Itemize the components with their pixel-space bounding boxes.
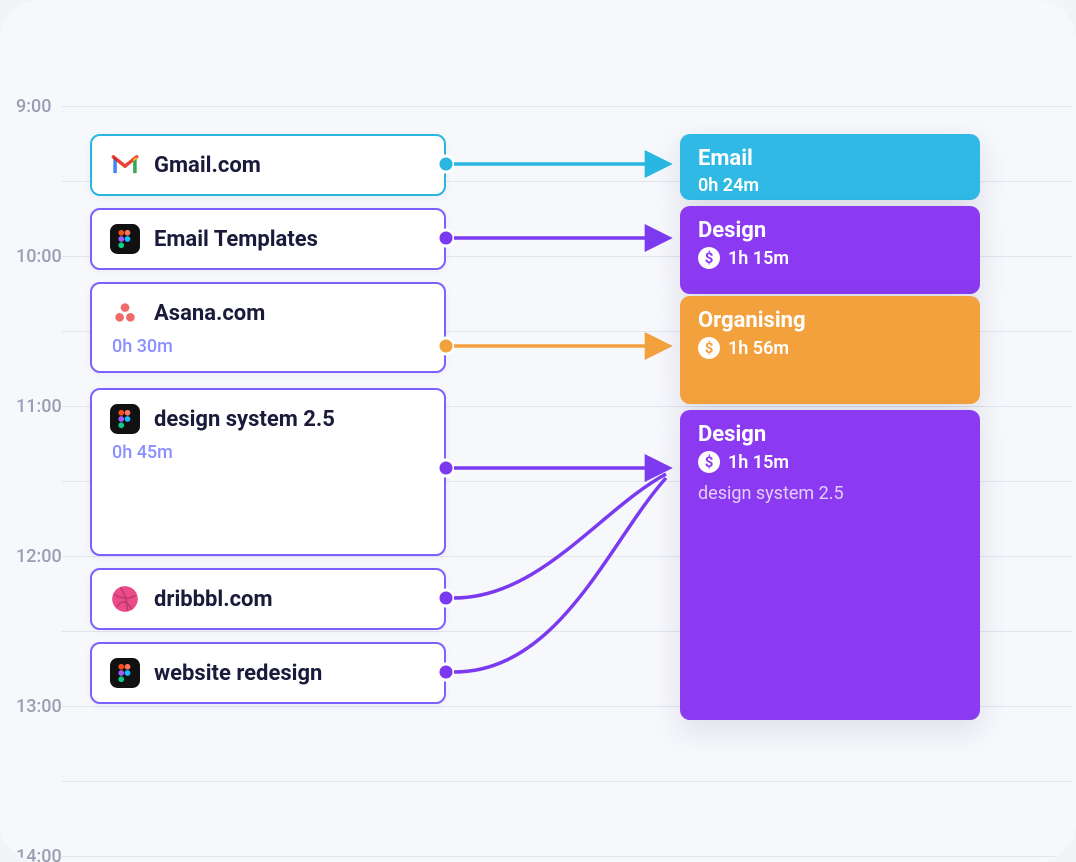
category-title: Design bbox=[698, 218, 962, 243]
category-duration: 1h 56m bbox=[728, 338, 789, 359]
figma-icon bbox=[110, 404, 140, 434]
category-duration: 1h 15m bbox=[728, 248, 789, 269]
activity-card-design-system[interactable]: design system 2.5 0h 45m bbox=[90, 388, 446, 556]
activity-card-website-redesign[interactable]: website redesign bbox=[90, 642, 446, 704]
category-duration: 0h 24m bbox=[698, 175, 759, 196]
category-title: Design bbox=[698, 422, 962, 447]
timeline-canvas: 9:00 10:00 11:00 12:00 13:00 14:00 Gmail… bbox=[0, 0, 1076, 862]
activity-title: dribbbl.com bbox=[154, 587, 273, 612]
category-title: Email bbox=[698, 146, 962, 171]
category-title: Organising bbox=[698, 308, 962, 333]
activity-card-gmail[interactable]: Gmail.com bbox=[90, 134, 446, 196]
activity-card-email-templates[interactable]: Email Templates bbox=[90, 208, 446, 270]
activity-title: Asana.com bbox=[154, 301, 265, 326]
time-label: 13:00 bbox=[16, 696, 62, 717]
asana-icon bbox=[110, 298, 140, 328]
category-block-design-1[interactable]: Design $ 1h 15m bbox=[680, 206, 980, 294]
time-label: 14:00 bbox=[16, 846, 62, 862]
activity-duration: 0h 45m bbox=[110, 442, 426, 463]
figma-icon bbox=[110, 224, 140, 254]
dribbble-icon bbox=[110, 584, 140, 614]
figma-icon bbox=[110, 658, 140, 688]
billable-icon: $ bbox=[698, 247, 720, 269]
time-label: 12:00 bbox=[16, 546, 62, 567]
time-label: 10:00 bbox=[16, 246, 62, 267]
time-label: 9:00 bbox=[16, 96, 51, 117]
activity-card-asana[interactable]: Asana.com 0h 30m bbox=[90, 282, 446, 373]
category-block-design-2[interactable]: Design $ 1h 15m design system 2.5 bbox=[680, 410, 980, 720]
billable-icon: $ bbox=[698, 337, 720, 359]
category-duration: 1h 15m bbox=[728, 452, 789, 473]
billable-icon: $ bbox=[698, 451, 720, 473]
time-label: 11:00 bbox=[16, 396, 62, 417]
category-note: design system 2.5 bbox=[698, 483, 962, 504]
activity-card-dribbble[interactable]: dribbbl.com bbox=[90, 568, 446, 630]
activity-duration: 0h 30m bbox=[110, 336, 426, 357]
activity-title: design system 2.5 bbox=[154, 407, 335, 432]
activity-title: website redesign bbox=[154, 661, 322, 686]
activity-title: Email Templates bbox=[154, 227, 318, 252]
gmail-icon bbox=[110, 150, 140, 180]
category-block-email[interactable]: Email 0h 24m bbox=[680, 134, 980, 200]
category-block-organising[interactable]: Organising $ 1h 56m bbox=[680, 296, 980, 404]
activity-title: Gmail.com bbox=[154, 153, 261, 178]
